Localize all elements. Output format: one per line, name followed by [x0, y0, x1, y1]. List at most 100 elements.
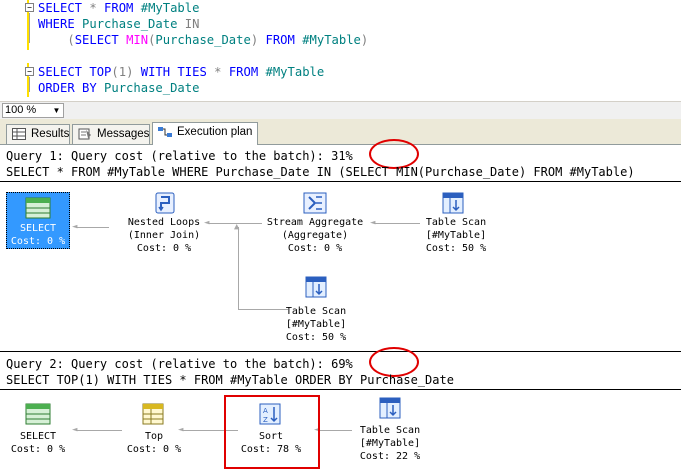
node-name: Table Scan [425, 217, 487, 228]
svg-text:A: A [263, 407, 268, 415]
node-cost: Cost: 0 % [136, 243, 192, 254]
arrowhead-icon: ▲ [234, 222, 240, 232]
stream-aggregate-icon [303, 192, 327, 214]
select-operator-icon [25, 403, 51, 425]
nested-loops-icon [155, 192, 175, 214]
node-cost: Cost: 22 % [359, 451, 421, 462]
table-scan-icon [305, 276, 327, 298]
edge [238, 227, 239, 309]
node-label: SELECT Cost: 0 % [6, 222, 70, 248]
fold-toggle[interactable]: − [25, 67, 34, 76]
code-line: (SELECT MIN(Purchase_Date) FROM #MyTable… [38, 32, 368, 48]
node-cost: Cost: 0 % [10, 236, 66, 247]
plan-node-sort[interactable]: Sort Cost: 78 % [228, 430, 314, 456]
code-line: ORDER BY Purchase_Date [38, 80, 199, 96]
query2-sql: SELECT TOP(1) WITH TIES * FROM #MyTable … [6, 373, 454, 387]
code-line: SELECT * FROM #MyTable [38, 0, 199, 16]
code-token: SELECT [74, 33, 119, 47]
plan-node-nested-loops[interactable]: Nested Loops (Inner Join) Cost: 0 % [110, 216, 218, 255]
plan-node-table-scan[interactable]: Table Scan [#MyTable] Cost: 50 % [276, 305, 356, 344]
code-line: WHERE Purchase_Date IN [38, 16, 199, 32]
query1-cost: 31% [331, 149, 353, 163]
node-name: Table Scan [359, 425, 421, 436]
node-cost: Cost: 0 % [126, 444, 182, 455]
table-scan-icon [379, 397, 401, 419]
node-name: SELECT [19, 223, 57, 234]
tab-messages[interactable]: Messages [72, 124, 150, 144]
plan-node-top[interactable]: Top Cost: 0 % [118, 430, 190, 456]
query2-separator [0, 351, 681, 352]
query2-header: Query 2: Query cost (relative to the bat… [6, 357, 353, 371]
query1-separator [0, 181, 681, 182]
plan-node-table-scan[interactable]: Table Scan [#MyTable] Cost: 50 % [416, 216, 496, 255]
tab-results[interactable]: Results [6, 124, 70, 144]
code-token: FROM [104, 1, 134, 15]
query1-header: Query 1: Query cost (relative to the bat… [6, 149, 353, 163]
code-token: SELECT [38, 1, 83, 15]
node-name: Stream Aggregate [266, 217, 364, 228]
fold-toggle[interactable]: − [25, 3, 34, 12]
node-subtitle: [#MyTable] [359, 438, 421, 449]
results-tab-bar: Results Messages Execution plan [0, 119, 681, 145]
code-token: IN [184, 17, 200, 31]
plan-node-select[interactable]: SELECT Cost: 0 % [6, 430, 70, 456]
select-operator-icon [25, 197, 51, 219]
code-token: ORDER BY [38, 81, 97, 95]
code-token: Purchase_Date [155, 33, 251, 47]
edge [374, 223, 420, 224]
chevron-down-icon[interactable]: ▼ [50, 104, 63, 117]
code-token: * [206, 65, 229, 79]
query2-header-label: Query 2: Query cost (relative to the bat… [6, 357, 332, 371]
node-name: Sort [258, 431, 284, 442]
arrowhead-icon: ◄ [72, 425, 78, 435]
node-name: SELECT [19, 431, 57, 442]
tab-label: Results [31, 128, 70, 140]
code-token: WHERE [38, 17, 75, 31]
tab-execution-plan[interactable]: Execution plan [152, 122, 258, 145]
messages-icon [78, 128, 91, 140]
editor-gutter: − − [0, 0, 34, 100]
edge [76, 430, 122, 431]
code-token: ) [250, 33, 266, 47]
tab-label: Messages [97, 128, 150, 140]
sql-editor[interactable]: − − SELECT * FROM #MyTable WHERE Purchase… [0, 0, 681, 100]
zoom-value: 100 % [5, 104, 37, 116]
code-line: SELECT TOP(1) WITH TIES * FROM #MyTable [38, 64, 324, 80]
sort-icon: AZ [259, 403, 281, 425]
query2-sql-separator [0, 389, 681, 390]
code-token: ) [360, 33, 369, 47]
code-token: #MyTable [294, 33, 361, 47]
code-token: * [82, 1, 105, 15]
edge [76, 227, 109, 228]
arrowhead-icon: ◄ [72, 222, 78, 232]
code-token: MIN [126, 33, 149, 47]
zoom-select[interactable]: 100 % ▼ [2, 103, 64, 118]
code-token: #MyTable [258, 65, 325, 79]
code-token: (1) [111, 65, 141, 79]
node-subtitle: [#MyTable] [425, 230, 487, 241]
execution-plan-icon [158, 127, 172, 137]
node-name: Top [144, 431, 164, 442]
node-subtitle: (Aggregate) [281, 230, 349, 241]
query1-header-label: Query 1: Query cost (relative to the bat… [6, 149, 332, 163]
node-subtitle: (Inner Join) [127, 230, 201, 241]
code-token: TOP [82, 65, 112, 79]
execution-plan-pane: Query 1: Query cost (relative to the bat… [0, 139, 681, 476]
tab-label: Execution plan [177, 126, 253, 138]
query1-sql: SELECT * FROM #MyTable WHERE Purchase_Da… [6, 165, 635, 179]
fold-line [29, 13, 30, 43]
node-subtitle: [#MyTable] [285, 319, 347, 330]
plan-node-table-scan[interactable]: Table Scan [#MyTable] Cost: 22 % [350, 424, 430, 463]
node-name: Nested Loops [127, 217, 201, 228]
node-cost: Cost: 0 % [287, 243, 343, 254]
query2-cost: 69% [331, 357, 353, 371]
fold-line [29, 77, 30, 92]
table-scan-icon [442, 192, 464, 214]
code-token: #MyTable [133, 1, 200, 15]
code-token: SELECT [38, 65, 83, 79]
svg-text:Z: Z [263, 416, 268, 424]
node-cost: Cost: 78 % [240, 444, 302, 455]
plan-node-stream-aggregate[interactable]: Stream Aggregate (Aggregate) Cost: 0 % [258, 216, 372, 255]
node-cost: Cost: 50 % [285, 332, 347, 343]
